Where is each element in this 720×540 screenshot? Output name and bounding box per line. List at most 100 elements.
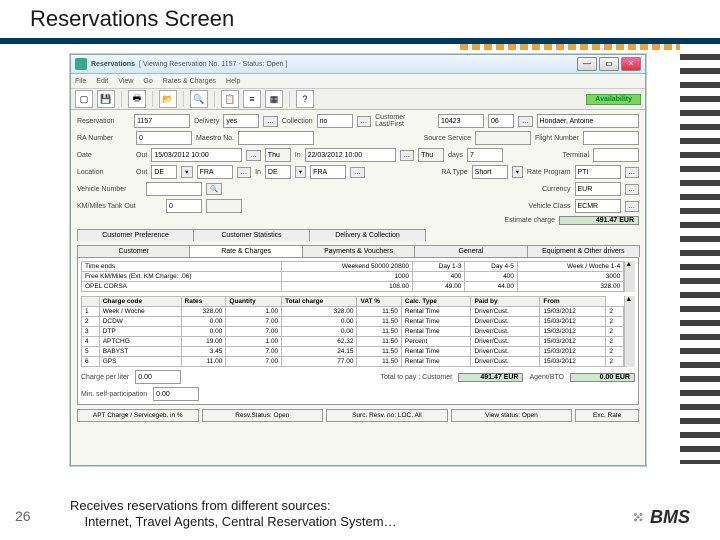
vclass-lu[interactable]: … (625, 201, 640, 212)
charges-header: Paid by (471, 297, 540, 307)
tab-payments[interactable]: Payments & Vouchers (302, 245, 415, 257)
table-row[interactable]: 2DCDW0.007.000.0011.50Rental TimeDriver/… (82, 317, 624, 327)
km-input[interactable] (166, 199, 202, 213)
loc-out-station[interactable] (197, 165, 233, 179)
maestro-input[interactable] (238, 131, 314, 145)
tab-cust-pref[interactable]: Customer Preference (77, 229, 194, 241)
tab-equipment[interactable]: Equipment & Other drivers (527, 245, 640, 257)
loc-in-label: In (255, 169, 261, 176)
loc-in-country[interactable] (265, 165, 291, 179)
collection-lookup-button[interactable]: … (357, 116, 372, 127)
footer-exc-rate[interactable]: Exc. Rate (575, 409, 639, 422)
customer-id-input[interactable] (438, 114, 484, 128)
tab-rate-charges[interactable]: Rate & Charges (189, 245, 302, 257)
days-input[interactable] (467, 148, 503, 162)
slide-title: Reservations Screen (30, 6, 234, 32)
customer-name-input[interactable] (537, 114, 639, 128)
footer-apt[interactable]: APT Charge / Servicegeb. in % (77, 409, 199, 422)
customer-code-input[interactable] (488, 114, 514, 128)
menu-edit[interactable]: Edit (96, 78, 108, 85)
vscroll-1[interactable]: ▲ (624, 261, 635, 292)
charges-cell: 15/03/2012 (540, 337, 606, 347)
table-row[interactable]: 6GPS11.007.0077.0011.50Rental TimeDriver… (82, 357, 624, 367)
list-icon[interactable]: ≡ (243, 90, 261, 108)
flight-number-input[interactable] (583, 131, 639, 145)
tab-cust-stats[interactable]: Customer Statistics (193, 229, 310, 241)
table-row[interactable]: 1Week / Woche328.001.00328.0011.50Rental… (82, 307, 624, 317)
currency-input[interactable] (575, 182, 621, 196)
terminal-label: Terminal (563, 152, 589, 159)
footer-resv-status[interactable]: Resv.Status: Open (202, 409, 324, 422)
charges-header: Calc. Type (401, 297, 471, 307)
close-button[interactable]: ✕ (621, 57, 641, 71)
charge-per-liter-input[interactable] (135, 370, 181, 384)
menu-help[interactable]: Help (226, 78, 240, 85)
menu-go[interactable]: Go (143, 78, 152, 85)
rate-cell: 49.00 (412, 282, 464, 292)
estimate-value: 491.47 EUR (559, 216, 639, 225)
loc-out-station-lu[interactable]: … (237, 167, 252, 178)
source-service-input[interactable] (475, 131, 531, 145)
maximize-button[interactable]: ▭ (599, 57, 619, 71)
new-icon[interactable]: ▢ (75, 90, 93, 108)
table-row[interactable]: 3DTP0.007.000.0011.50Rental TimeDriver/C… (82, 327, 624, 337)
save-icon[interactable]: 💾 (97, 90, 115, 108)
charges-cell: 328.00 (282, 307, 357, 317)
table-row[interactable]: 5BABYST3.457.0024.1511.50Rental TimeDriv… (82, 347, 624, 357)
delivery-input[interactable] (223, 114, 259, 128)
ra-type-input[interactable] (472, 165, 508, 179)
delivery-lookup-button[interactable]: … (263, 116, 278, 127)
vehicle-number-input[interactable] (146, 182, 202, 196)
customer-lookup-button[interactable]: … (518, 116, 533, 127)
grid-icon[interactable]: ▦ (265, 90, 283, 108)
loc-out-country-dd[interactable]: ▾ (181, 166, 192, 178)
charges-cell: 3.45 (181, 347, 226, 357)
footer-view-status[interactable]: View status: Open (451, 409, 573, 422)
tab-general[interactable]: General (414, 245, 527, 257)
loc-in-country-dd[interactable]: ▾ (295, 166, 306, 178)
rate-program-input[interactable] (575, 165, 621, 179)
rate-cell: Week / Woche 1-4 (517, 262, 623, 272)
open-icon[interactable]: 📂 (159, 90, 177, 108)
copy-icon[interactable]: 📋 (221, 90, 239, 108)
help-icon[interactable]: ? (296, 90, 314, 108)
vehicle-class-input[interactable] (575, 199, 621, 213)
date-in-input[interactable] (305, 148, 396, 162)
self-part-input[interactable] (153, 387, 199, 401)
search-icon[interactable]: 🔍 (190, 90, 208, 108)
loc-out-country[interactable] (151, 165, 177, 179)
date-in-picker[interactable]: … (400, 150, 415, 161)
charges-cell: Driver/Cust. (471, 357, 540, 367)
loc-in-station[interactable] (310, 165, 346, 179)
ra-type-dd[interactable]: ▾ (512, 166, 523, 178)
charges-cell: 4 (82, 337, 100, 347)
menu-file[interactable]: File (75, 78, 86, 85)
charges-cell: 1.00 (226, 307, 282, 317)
vehicle-lookup-button[interactable]: 🔍 (206, 183, 222, 195)
charges-cell: 11.50 (357, 307, 401, 317)
charges-cell: 0.00 (181, 317, 226, 327)
minimize-button[interactable]: — (577, 57, 597, 71)
rate-program-lu[interactable]: … (625, 167, 640, 178)
table-row[interactable]: 4APTCHG19.001.0062.3211.50PercentDriver/… (82, 337, 624, 347)
date-out-input[interactable] (151, 148, 242, 162)
availability-button[interactable]: Availability (586, 94, 641, 105)
bms-logo: BMS (630, 507, 690, 528)
date-out-picker[interactable]: … (246, 150, 261, 161)
menu-rates[interactable]: Rates & Charges (163, 78, 216, 85)
ra-number-input[interactable] (136, 131, 192, 145)
tank-input[interactable] (206, 199, 242, 213)
rate-cell: 108.00 (282, 282, 413, 292)
reservation-window: Reservations [ Viewing Reservation No. 1… (70, 54, 646, 466)
menu-view[interactable]: View (118, 78, 133, 85)
reservation-input[interactable] (134, 114, 190, 128)
loc-in-station-lu[interactable]: … (350, 167, 365, 178)
vscroll-2[interactable]: ▲ (624, 296, 635, 367)
footer-surc[interactable]: Surc. Resv. no: LOC. All (326, 409, 448, 422)
tab-customer[interactable]: Customer (77, 245, 190, 257)
print-icon[interactable]: 🖶 (128, 90, 146, 108)
currency-lu[interactable]: … (625, 184, 640, 195)
tab-deliv-coll[interactable]: Delivery & Collection (309, 229, 426, 241)
terminal-input[interactable] (593, 148, 639, 162)
collection-input[interactable] (317, 114, 353, 128)
